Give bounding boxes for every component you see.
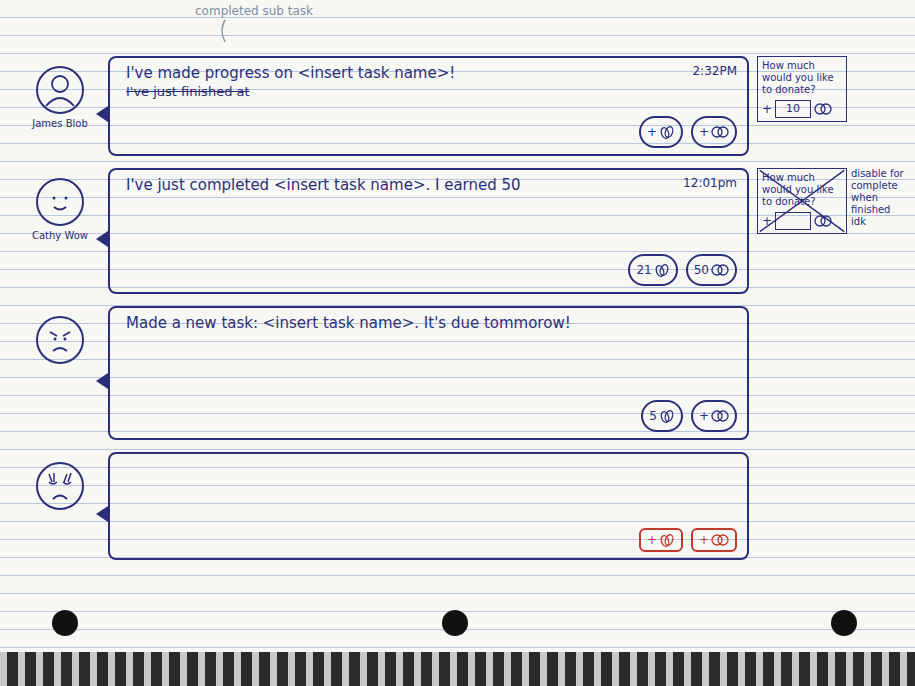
author: James Blob xyxy=(20,56,100,156)
post-header: Made a new task: <insert task name>. It'… xyxy=(126,314,737,332)
coin-icon xyxy=(814,102,832,116)
author: Cathy Wow xyxy=(20,168,100,294)
avatar-icon[interactable] xyxy=(34,314,86,366)
coin-button[interactable]: + xyxy=(691,116,737,148)
post-time: 2:32PM xyxy=(692,64,737,99)
side-area xyxy=(757,452,907,560)
coin-button[interactable]: + xyxy=(691,528,737,552)
annotation: completed sub task xyxy=(0,0,915,56)
post-text: I've just completed <insert task name>. … xyxy=(126,176,521,194)
post-actions: 21 50 xyxy=(126,254,737,286)
struck-text: I've just finished at xyxy=(126,84,455,99)
clap-button[interactable]: + xyxy=(639,528,683,552)
side-area xyxy=(757,306,907,440)
feed-post: James Blob I've made progress on <insert … xyxy=(20,56,907,156)
post-actions: 5+ xyxy=(126,400,737,432)
donate-title: How much would you like to donate? xyxy=(762,60,842,96)
coin-icon xyxy=(711,409,729,423)
post-card: I've just completed <insert task name>. … xyxy=(108,168,749,294)
coin-count: + xyxy=(699,125,709,139)
post-card: I've made progress on <insert task name>… xyxy=(108,56,749,156)
donate-amount-field[interactable]: 10 xyxy=(775,100,811,118)
clap-button[interactable]: 5 xyxy=(641,400,683,432)
clap-count: + xyxy=(647,533,657,547)
hole xyxy=(442,610,468,636)
post-text: Made a new task: <insert task name>. It'… xyxy=(126,314,571,332)
hole xyxy=(52,610,78,636)
post-actions: ++ xyxy=(126,116,737,148)
avatar-icon[interactable] xyxy=(34,176,86,228)
donate-popup: How much would you like to donate? +10 xyxy=(757,56,847,122)
post-text: I've made progress on <insert task name>… xyxy=(126,64,455,82)
coin-count: + xyxy=(699,409,709,423)
post-header: I've made progress on <insert task name>… xyxy=(126,64,737,99)
post-card: ++ xyxy=(108,452,749,560)
spiral-binding xyxy=(0,652,915,686)
author xyxy=(20,306,100,440)
donate-plus[interactable]: + xyxy=(762,102,772,116)
feed-post: Cathy Wow I've just completed <insert tas… xyxy=(20,168,907,294)
clap-count: + xyxy=(647,125,657,139)
clap-count: 5 xyxy=(649,409,657,423)
annotation-text: completed sub task xyxy=(195,4,313,18)
post-header: I've just completed <insert task name>. … xyxy=(126,176,737,194)
clap-icon xyxy=(654,262,670,278)
clap-button[interactable]: 21 xyxy=(628,254,677,286)
feed-post: Made a new task: <insert task name>. It'… xyxy=(20,306,907,440)
coin-icon xyxy=(711,533,729,547)
arrow-icon xyxy=(215,18,235,44)
coin-count: + xyxy=(699,533,709,547)
side-note: disable for complete when finished idk xyxy=(851,168,905,228)
notebook-page: completed sub task James Blob I've made pr… xyxy=(0,0,915,686)
post-time: 12:01pm xyxy=(683,176,737,194)
feed: James Blob I've made progress on <insert … xyxy=(0,56,915,560)
post-card: Made a new task: <insert task name>. It'… xyxy=(108,306,749,440)
binder-holes xyxy=(0,610,915,652)
side-area: How much would you like to donate?+disab… xyxy=(757,168,907,294)
feed-post: ++ xyxy=(20,452,907,560)
avatar-icon[interactable] xyxy=(34,460,86,512)
clap-icon xyxy=(659,124,675,140)
donate-amount-field[interactable] xyxy=(775,212,811,230)
coin-icon xyxy=(711,125,729,139)
author xyxy=(20,452,100,560)
clap-icon xyxy=(659,532,675,548)
coin-count: 50 xyxy=(694,263,709,277)
coin-button[interactable]: 50 xyxy=(686,254,737,286)
clap-count: 21 xyxy=(636,263,651,277)
author-name: Cathy Wow xyxy=(32,230,88,241)
donate-popup: How much would you like to donate?+ xyxy=(757,168,847,234)
post-actions: ++ xyxy=(126,528,737,552)
hole xyxy=(831,610,857,636)
donate-title: How much would you like to donate? xyxy=(762,172,842,208)
coin-button[interactable]: + xyxy=(691,400,737,432)
coin-icon xyxy=(711,263,729,277)
side-area: How much would you like to donate? +10 xyxy=(757,56,907,156)
author-name: James Blob xyxy=(32,118,87,129)
cross-out-icon xyxy=(758,169,846,233)
clap-icon xyxy=(659,408,675,424)
clap-button[interactable]: + xyxy=(639,116,683,148)
avatar-icon[interactable] xyxy=(34,64,86,116)
